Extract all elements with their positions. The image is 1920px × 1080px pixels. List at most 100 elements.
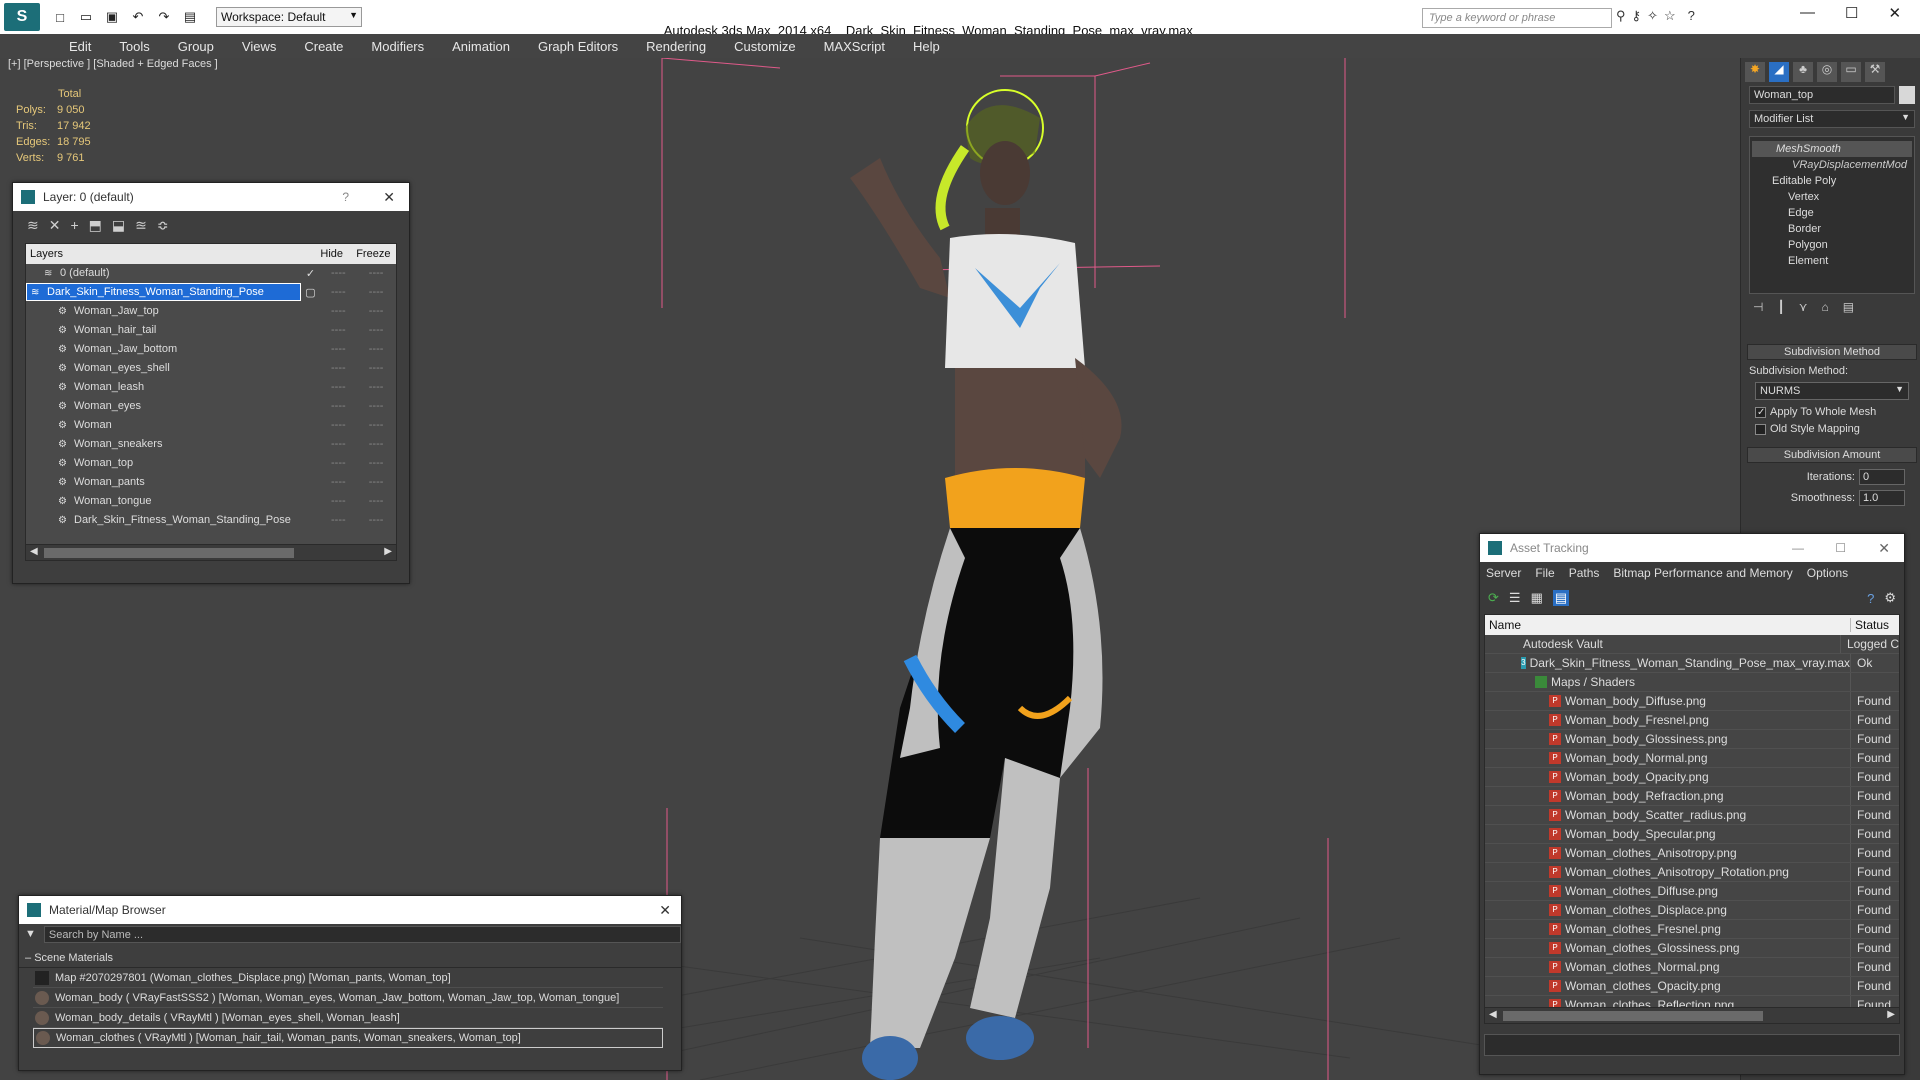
asset-tracking-titlebar[interactable]: Asset Tracking — ☐ ✕ (1480, 534, 1904, 562)
layer-row[interactable]: ⚙ Woman_Jaw_bottom ---- ---- (26, 340, 396, 359)
add-to-layer-icon[interactable]: + (70, 217, 78, 233)
save-icon[interactable]: ▣ (100, 6, 124, 28)
list-view-icon[interactable]: ☰ (1509, 590, 1521, 606)
layer-row[interactable]: ⚙ Woman_eyes ---- ---- (26, 397, 396, 416)
smoothness-spinner[interactable]: 1.0 (1859, 490, 1905, 506)
hide-toggle[interactable]: ---- (320, 362, 356, 374)
hide-toggle[interactable]: ---- (320, 267, 356, 279)
scroll-right-icon[interactable]: ▶ (1887, 1009, 1895, 1020)
freeze-toggle[interactable]: ---- (356, 476, 396, 488)
freeze-toggle[interactable]: ---- (356, 305, 396, 317)
menu-customize[interactable]: Customize (720, 39, 809, 54)
asset-row[interactable]: P Woman_body_Normal.png Found (1485, 749, 1899, 768)
stack-item-vertex[interactable]: Vertex (1752, 189, 1912, 205)
connect-icon[interactable]: ✧ (1647, 8, 1658, 24)
layer-row[interactable]: ≋ Dark_Skin_Fitness_Woman_Standing_Pose ▢ -… (26, 283, 396, 302)
minimize-icon[interactable]: — (1792, 541, 1804, 555)
layer-row[interactable]: ≋ 0 (default) ✓ ---- ---- (26, 264, 396, 283)
freeze-all-icon[interactable]: ≎ (157, 217, 169, 234)
layer-row[interactable]: ⚙ Woman_top ---- ---- (26, 454, 396, 473)
project-folder-icon[interactable]: ▤ (178, 6, 202, 28)
help-icon[interactable]: ? (342, 190, 349, 204)
create-tab-icon[interactable]: ✸ (1745, 62, 1765, 82)
refresh-icon[interactable]: ⟳ (1488, 590, 1499, 606)
material-item[interactable]: Woman_clothes ( VRayMtl ) [Woman_hair_ta… (33, 1028, 663, 1048)
settings-icon[interactable]: ⚙ (1884, 590, 1896, 606)
layer-row[interactable]: ⚙ Woman_eyes_shell ---- ---- (26, 359, 396, 378)
freeze-toggle[interactable]: ---- (356, 438, 396, 450)
vault-help-icon[interactable]: ? (1867, 591, 1874, 606)
table-view-icon[interactable]: ▤ (1552, 590, 1570, 606)
workspace-dropdown[interactable]: Workspace: Default ▼ (216, 7, 362, 27)
layer-row[interactable]: ⚙ Woman_pants ---- ---- (26, 473, 396, 492)
hide-toggle[interactable]: ---- (320, 324, 356, 336)
menu-graph-editors[interactable]: Graph Editors (524, 39, 632, 54)
asset-row[interactable]: Maps / Shaders (1485, 673, 1899, 692)
freeze-toggle[interactable]: ---- (356, 495, 396, 507)
stack-item-element[interactable]: Element (1752, 253, 1912, 269)
make-unique-icon[interactable]: ⋎ (1799, 300, 1808, 320)
hide-toggle[interactable]: ---- (320, 286, 356, 298)
pin-stack-icon[interactable]: ⊣ (1753, 300, 1763, 320)
hide-toggle[interactable]: ---- (320, 381, 356, 393)
object-name-field[interactable]: Woman_top (1749, 86, 1895, 104)
search-input[interactable]: Type a keyword or phrase (1422, 8, 1612, 28)
menu-bitmap-performance[interactable]: Bitmap Performance and Memory (1613, 566, 1792, 580)
subdivision-method-dropdown[interactable]: NURMS ▼ (1755, 382, 1909, 400)
hide-toggle[interactable]: ---- (320, 495, 356, 507)
scroll-left-icon[interactable]: ◀ (1489, 1009, 1497, 1020)
object-color-swatch[interactable] (1899, 86, 1915, 104)
asset-row[interactable]: 3 Dark_Skin_Fitness_Woman_Standing_Pose_m… (1485, 654, 1899, 673)
asset-row[interactable]: P Woman_clothes_Normal.png Found (1485, 958, 1899, 977)
delete-layer-icon[interactable]: ✕ (49, 217, 61, 234)
motion-tab-icon[interactable]: ◎ (1817, 62, 1837, 82)
stack-item-border[interactable]: Border (1752, 221, 1912, 237)
set-current-box-icon[interactable]: ▢ (301, 286, 321, 299)
col-freeze[interactable]: Freeze (356, 248, 396, 260)
create-layer-icon[interactable]: ≋ (27, 217, 39, 234)
stack-item-edge[interactable]: Edge (1752, 205, 1912, 221)
menu-create[interactable]: Create (290, 39, 357, 54)
layer-row[interactable]: ⚙ Woman_tongue ---- ---- (26, 492, 396, 511)
hide-toggle[interactable]: ---- (320, 476, 356, 488)
key-icon[interactable]: ⚷ (1632, 8, 1642, 24)
help-icon[interactable]: ? (1688, 8, 1695, 24)
maximize-icon[interactable]: ☐ (1835, 541, 1846, 555)
horizontal-scrollbar[interactable]: ◀ ▶ (26, 544, 396, 560)
freeze-toggle[interactable]: ---- (356, 457, 396, 469)
hide-toggle[interactable]: ---- (320, 305, 356, 317)
col-hide[interactable]: Hide (320, 248, 356, 260)
minimize-icon[interactable]: — (1800, 4, 1815, 22)
iterations-spinner[interactable]: 0 (1859, 469, 1905, 485)
hide-all-icon[interactable]: ≊ (135, 217, 147, 234)
stack-item-meshsmooth[interactable]: MeshSmooth (1752, 141, 1912, 157)
asset-row[interactable]: P Woman_clothes_Opacity.png Found (1485, 977, 1899, 996)
asset-row[interactable]: P Woman_body_Specular.png Found (1485, 825, 1899, 844)
highlight-layer-icon[interactable]: ⬓ (112, 217, 125, 234)
open-file-icon[interactable]: ▭ (74, 6, 98, 28)
freeze-toggle[interactable]: ---- (356, 419, 396, 431)
asset-row[interactable]: P Woman_clothes_Anisotropy_Rotation.png Fo… (1485, 863, 1899, 882)
scroll-right-icon[interactable]: ▶ (384, 546, 392, 557)
modify-tab-icon[interactable]: ◢ (1769, 62, 1789, 82)
material-item[interactable]: Woman_body ( VRayFastSSS2 ) [Woman, Woma… (33, 988, 663, 1008)
layer-window-titlebar[interactable]: Layer: 0 (default) ? ✕ (13, 183, 409, 211)
remove-modifier-icon[interactable]: ⌂ (1821, 300, 1828, 320)
select-objects-icon[interactable]: ⬒ (89, 217, 102, 234)
asset-row[interactable]: P Woman_body_Diffuse.png Found (1485, 692, 1899, 711)
utilities-tab-icon[interactable]: ⚒ (1865, 62, 1885, 82)
show-end-result-icon[interactable]: ┃ (1777, 300, 1784, 320)
layer-row[interactable]: ⚙ Woman_leash ---- ---- (26, 378, 396, 397)
old-style-mapping-checkbox[interactable]: Old Style Mapping (1755, 423, 1909, 435)
asset-row[interactable]: P Woman_body_Scatter_radius.png Found (1485, 806, 1899, 825)
col-layers[interactable]: Layers (26, 248, 320, 260)
menu-edit[interactable]: Edit (55, 39, 105, 54)
close-icon[interactable]: ✕ (1888, 4, 1901, 22)
menu-maxscript[interactable]: MAXScript (810, 39, 899, 54)
asset-row[interactable]: P Woman_body_Refraction.png Found (1485, 787, 1899, 806)
menu-paths[interactable]: Paths (1569, 566, 1600, 580)
scroll-thumb[interactable] (44, 548, 294, 558)
material-item[interactable]: Woman_body_details ( VRayMtl ) [Woman_ey… (33, 1008, 663, 1028)
menu-views[interactable]: Views (228, 39, 290, 54)
layer-row[interactable]: ⚙ Dark_Skin_Fitness_Woman_Standing_Pose --… (26, 511, 396, 530)
